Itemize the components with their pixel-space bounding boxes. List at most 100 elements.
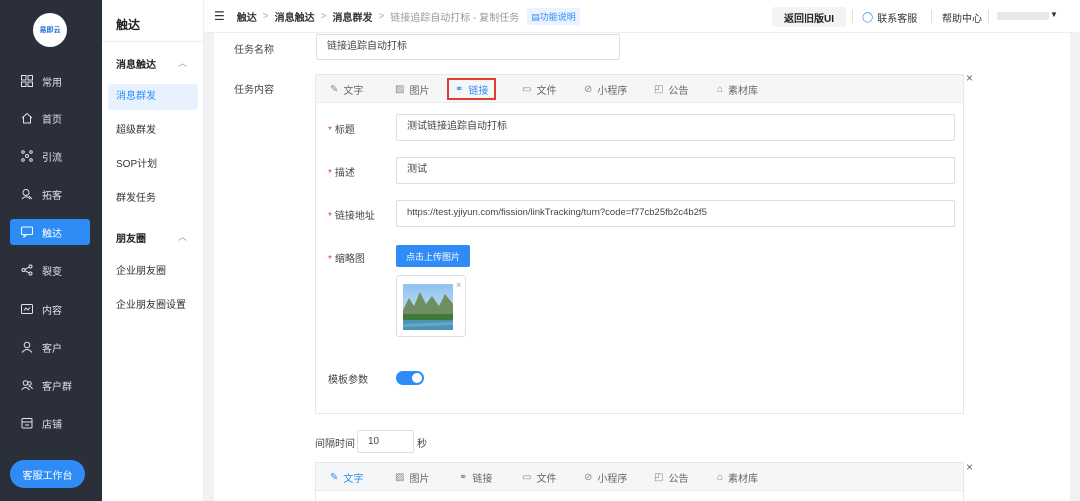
link-url-input[interactable]: https://test.yjiyun.com/fission/linkTrac…: [396, 200, 955, 227]
breadcrumb-separator: >: [262, 10, 269, 22]
nav-item-label: 店铺: [42, 419, 62, 431]
breadcrumb-item[interactable]: 消息触达: [275, 9, 315, 24]
sub-nav: 触达 消息触达 ︿ 消息群发 超级群发 SOP计划 群发任务 朋友圈 ︿ 企业朋…: [102, 0, 204, 501]
task-name-input[interactable]: 链接追踪自动打标: [316, 34, 620, 60]
content-panel: ✎ 文字 ▨ 图片 ⚭ 链接 ▭ 文件 ⊘ 小程序 ◰ 公告 ⌂ 素材库 * 标题 测试链接追踪…: [315, 74, 964, 414]
description-label: * 描述: [328, 168, 355, 179]
tab-text[interactable]: ✎ 文字: [330, 75, 363, 103]
content-type-tabs: ✎ 文字 ▨ 图片 ⚭ 链接 ▭ 文件 ⊘ 小程序 ◰ 公告 ⌂ 素材库: [316, 75, 963, 103]
close-icon[interactable]: ×: [966, 460, 973, 474]
tab-announcement[interactable]: ◰ 公告: [654, 463, 688, 491]
top-bar: ☰ 触达 > 消息触达 > 消息群发 > 链接追踪自动打标 - 复制任务 ▤功能…: [204, 0, 1080, 33]
subnav-item-super-broadcast[interactable]: 超级群发: [108, 118, 198, 144]
breadcrumb-separator: >: [320, 10, 327, 22]
breadcrumb-item[interactable]: 触达: [237, 9, 257, 24]
network-icon: [20, 149, 34, 163]
mini-program-icon: ⊘: [584, 471, 593, 483]
nav-item-store[interactable]: 店铺: [10, 410, 90, 436]
function-help-link[interactable]: ▤功能说明: [527, 7, 580, 25]
pen-icon: ✎: [330, 471, 339, 483]
nav-item-expand[interactable]: 拓客: [10, 181, 90, 207]
tab-link[interactable]: ⚭ 链接: [459, 463, 492, 491]
chevron-up-icon[interactable]: ︿: [178, 230, 187, 243]
nav-item-label: 常用: [42, 77, 62, 89]
library-icon: ⌂: [717, 471, 724, 483]
subnav-group-message-reach[interactable]: 消息触达: [116, 56, 156, 71]
close-icon[interactable]: ×: [966, 71, 973, 85]
template-params-toggle[interactable]: [396, 371, 424, 385]
title-label-text: 标题: [334, 125, 355, 136]
tab-image[interactable]: ▨ 图片: [395, 75, 429, 103]
breadcrumb-current: 链接追踪自动打标 - 复制任务: [390, 12, 520, 24]
interval-label: 间隔时间: [315, 439, 355, 450]
upload-image-button[interactable]: 点击上传图片: [396, 245, 471, 267]
folder-icon: ▭: [522, 83, 532, 95]
nav-item-reach[interactable]: 触达: [10, 219, 90, 245]
subnav-item-sop-plan[interactable]: SOP计划: [108, 152, 198, 178]
subnav-item-enterprise-moments[interactable]: 企业朋友圈: [108, 259, 198, 285]
help-center-link[interactable]: 帮助中心: [942, 10, 982, 25]
back-to-old-ui-button[interactable]: 返回旧版UI: [772, 7, 846, 27]
interval-input[interactable]: 10: [357, 430, 414, 453]
contact-support-link[interactable]: ◯ 联系客服: [862, 10, 917, 25]
user-name[interactable]: [997, 12, 1049, 20]
group-icon: [20, 378, 34, 392]
task-name-label: 任务名称: [234, 45, 274, 56]
tab-label: 素材库: [728, 473, 759, 485]
breadcrumb-item[interactable]: 消息群发: [332, 9, 372, 24]
chevron-up-icon[interactable]: ︿: [178, 56, 187, 69]
user-search-icon: [20, 187, 34, 201]
link-title-input[interactable]: 测试链接追踪自动打标: [396, 114, 955, 141]
tab-announcement[interactable]: ◰ 公告: [654, 75, 688, 103]
main-content: 任务名称 链接追踪自动打标 任务内容 ✎ 文字 ▨ 图片 ⚭ 链接 ▭ 文件 ⊘ 小程序 …: [204, 33, 1080, 501]
tab-text[interactable]: ✎ 文字: [330, 463, 363, 491]
logo: 易即云: [33, 13, 67, 47]
customer-service-workspace-button[interactable]: 客服工作台: [10, 460, 85, 488]
link-description-input[interactable]: 测试: [396, 157, 955, 184]
subnav-item-enterprise-moments-settings[interactable]: 企业朋友圈设置: [108, 293, 198, 319]
tab-mini-program[interactable]: ⊘ 小程序: [584, 75, 627, 103]
tab-file[interactable]: ▭ 文件: [522, 75, 556, 103]
nav-item-traffic[interactable]: 引流: [10, 143, 90, 169]
subnav-item-broadcast-task[interactable]: 群发任务: [108, 186, 198, 212]
link-icon: ⚭: [459, 471, 468, 483]
content-icon: [20, 302, 34, 316]
nav-item-common[interactable]: 常用: [10, 68, 90, 94]
tab-image[interactable]: ▨ 图片: [395, 463, 429, 491]
task-form-card: 任务名称 链接追踪自动打标 任务内容 ✎ 文字 ▨ 图片 ⚭ 链接 ▭ 文件 ⊘ 小程序 …: [214, 33, 1070, 501]
nav-item-customer-group[interactable]: 客户群: [10, 372, 90, 398]
mini-program-icon: ⊘: [584, 83, 593, 95]
tab-label: 文件: [536, 85, 557, 97]
pen-icon: ✎: [330, 83, 339, 95]
menu-fold-icon[interactable]: ☰: [214, 9, 225, 23]
divider: [852, 10, 853, 23]
divider: [988, 10, 989, 23]
home-icon: [20, 111, 34, 125]
nav-item-label: 裂变: [42, 266, 62, 278]
remove-image-icon[interactable]: ×: [456, 280, 461, 290]
tab-file[interactable]: ▭ 文件: [522, 463, 556, 491]
tab-material-library[interactable]: ⌂ 素材库: [717, 75, 758, 103]
tab-material-library[interactable]: ⌂ 素材库: [717, 463, 758, 491]
link-icon: ⚭: [455, 83, 464, 95]
thumbnail-label: * 缩略图: [328, 254, 365, 265]
nav-item-customer[interactable]: 客户: [10, 334, 90, 360]
link-url-label-text: 链接地址: [334, 211, 375, 222]
subnav-item-message-broadcast[interactable]: 消息群发: [108, 84, 198, 110]
image-icon: ▨: [395, 471, 405, 483]
interval-unit: 秒: [417, 439, 427, 450]
nav-item-label: 客户: [42, 343, 62, 355]
nav-item-home[interactable]: 首页: [10, 105, 90, 131]
announcement-icon: ◰: [654, 471, 664, 483]
caret-down-icon[interactable]: ▼: [1050, 10, 1058, 19]
breadcrumb-separator: >: [378, 10, 385, 22]
tab-label: 文字: [343, 85, 364, 97]
tab-link[interactable]: ⚭ 链接: [447, 78, 497, 100]
thumbnail-image: [403, 284, 453, 330]
nav-item-content[interactable]: 内容: [10, 296, 90, 322]
nav-item-fission[interactable]: 裂变: [10, 257, 90, 283]
tab-mini-program[interactable]: ⊘ 小程序: [584, 463, 627, 491]
subnav-group-moments[interactable]: 朋友圈: [116, 230, 146, 245]
tab-label: 链接: [468, 85, 489, 97]
link-url-label: * 链接地址: [328, 211, 375, 222]
